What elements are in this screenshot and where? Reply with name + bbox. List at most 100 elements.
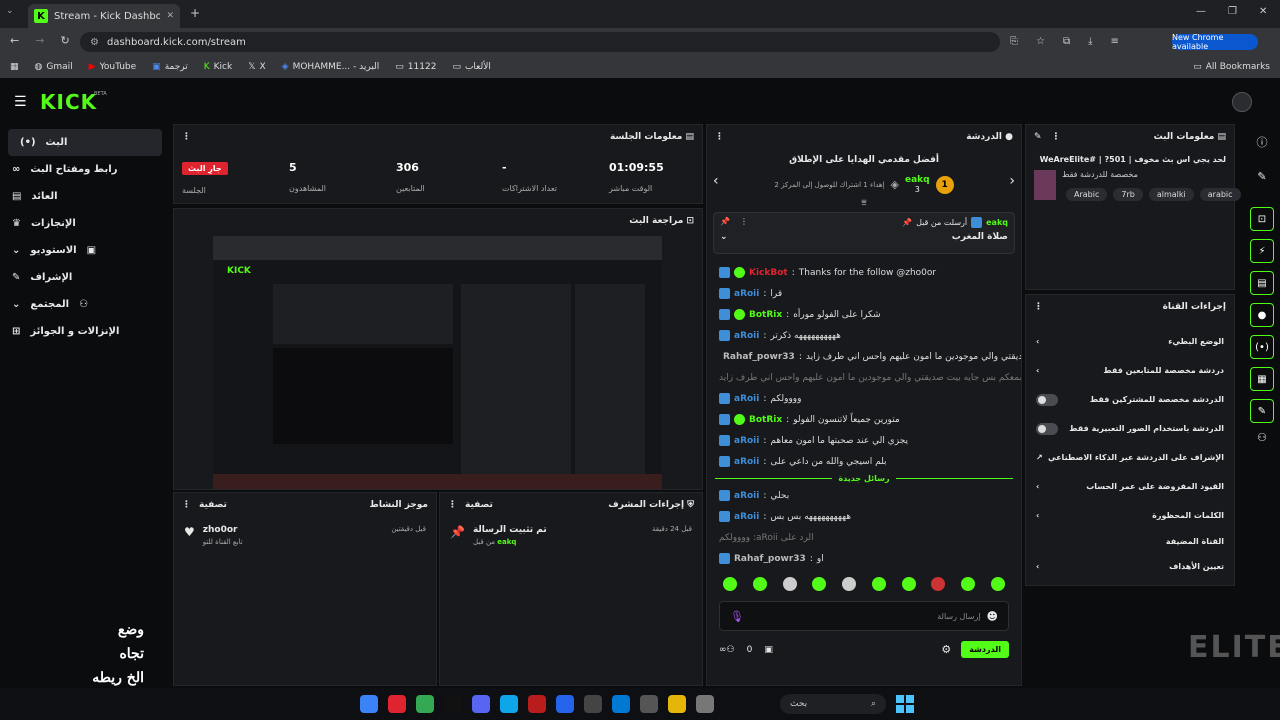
info-circle-icon[interactable]: ⓘ — [1244, 134, 1280, 150]
download-icon[interactable]: ⤓ — [1088, 36, 1092, 47]
tag-7rb[interactable]: 7rb — [1113, 188, 1143, 201]
subs-only-toggle[interactable] — [1036, 393, 1058, 406]
emote-icon[interactable] — [990, 577, 1005, 591]
file-explorer-icon[interactable] — [668, 695, 686, 713]
message-username[interactable]: aRoii — [734, 457, 759, 467]
discord-icon[interactable] — [472, 695, 490, 713]
quick-actions-icon[interactable]: ⚡ — [1250, 239, 1274, 263]
tab-close-icon[interactable]: ✕ — [166, 11, 174, 21]
bookmark-gmail[interactable]: ◍ Gmail — [35, 62, 73, 72]
more-icon[interactable]: ⋮ — [715, 132, 724, 142]
nav-achievements[interactable]: الإنجازات ♛ — [0, 210, 170, 237]
stream-preview-video[interactable]: KICK — [213, 236, 662, 489]
nav-studio[interactable]: ▣ الاستوديو ⌄ — [0, 237, 170, 264]
mod-widget-icon[interactable]: ✎ — [1250, 399, 1274, 423]
gift-icon[interactable]: ▣ — [764, 645, 773, 655]
taskbar-search[interactable]: ⌕ بحث — [780, 694, 886, 714]
forward-icon[interactable]: → — [35, 34, 44, 47]
edge-icon[interactable] — [612, 695, 630, 713]
subs-only-option[interactable]: الدردشة مخصصة للمشتركين فقط — [1026, 385, 1234, 414]
emote-only-toggle[interactable] — [1036, 422, 1058, 435]
ai-moderation-option[interactable]: الإشراف على الدردشة عبر الذكاء الاصطناعي… — [1026, 443, 1234, 472]
close-window-icon[interactable]: ✕ — [1259, 6, 1267, 17]
taskbar-app-icon[interactable] — [640, 695, 658, 713]
message-username[interactable]: BotRix — [749, 310, 782, 320]
user-avatar[interactable] — [1232, 92, 1252, 112]
bookmark-youtube[interactable]: ▶ YouTube — [89, 62, 137, 72]
hp-icon[interactable] — [556, 695, 574, 713]
more-widgets-icon[interactable]: ⚇ — [1244, 431, 1280, 444]
media-icon[interactable]: ≡ — [1111, 36, 1119, 47]
bookmark-folder-1[interactable]: ▭ 11122 — [395, 62, 436, 72]
taskbar-app-icon[interactable] — [500, 695, 518, 713]
mic-icon[interactable]: 🎙 — [730, 610, 744, 623]
slow-mode-option[interactable]: الوضع البطيء › — [1026, 327, 1234, 356]
taskbar-app-icon[interactable] — [528, 695, 546, 713]
nav-drops[interactable]: الإنزالات و الجوائز ⊞ — [0, 318, 170, 345]
taskbar-app-icon[interactable] — [388, 695, 406, 713]
more-icon[interactable]: ⋮ — [1052, 132, 1061, 142]
message-username[interactable]: Rahaf_powr33 — [723, 352, 795, 362]
tag-arabic[interactable]: Arabic — [1066, 188, 1108, 201]
bookmark-translate[interactable]: ▣ ترجمة — [152, 62, 188, 72]
bookmark-x[interactable]: 𝕏X — [248, 62, 265, 72]
nav-revenue[interactable]: العائد ▤ — [0, 183, 170, 210]
nav-community[interactable]: ⚇ المجتمع ⌄ — [0, 291, 170, 318]
chrome-taskbar-icon[interactable] — [416, 695, 434, 713]
message-username[interactable]: Rahaf_powr33 — [734, 554, 806, 564]
windows-start-icon[interactable] — [896, 695, 914, 713]
next-arrow-icon[interactable]: › — [1009, 173, 1015, 189]
new-chrome-button[interactable]: New Chrome available — [1172, 33, 1258, 51]
taskbar-app-icon[interactable] — [444, 695, 462, 713]
session-widget-icon[interactable]: ▤ — [1250, 271, 1274, 295]
more-icon[interactable]: ⋮ — [182, 132, 191, 142]
banned-words-option[interactable]: الكلمات المحظورة › — [1026, 501, 1234, 530]
gifter-name[interactable]: eakq — [905, 175, 930, 185]
store-icon[interactable] — [584, 695, 602, 713]
emote-icon[interactable] — [752, 577, 767, 591]
hamburger-menu-icon[interactable]: ☰ — [14, 94, 27, 110]
message-username[interactable]: aRoii — [734, 512, 759, 522]
broadcast-widget-icon[interactable]: (•) — [1250, 335, 1274, 359]
taskbar-app-icon[interactable] — [696, 695, 714, 713]
emote-only-option[interactable]: الدردشة باستخدام الصور التعبيرية فقط — [1026, 414, 1234, 443]
emote-icon[interactable] — [723, 577, 737, 591]
more-icon[interactable]: ⋮ — [182, 500, 191, 510]
account-age-option[interactable]: القيود المفروضة على عمر الحساب › — [1026, 472, 1234, 501]
category-name[interactable]: مخصصة للدردشة فقط — [1062, 170, 1138, 179]
settings-icon[interactable]: ⚙ — [941, 643, 951, 656]
reload-icon[interactable]: ↻ — [60, 34, 69, 47]
modactions-filter-button[interactable]: تصفية — [465, 500, 493, 510]
new-tab-icon[interactable]: + — [190, 6, 200, 20]
host-option[interactable]: القناة المضيفة — [1026, 530, 1234, 552]
chevron-down-icon[interactable]: ⌄ — [720, 232, 728, 242]
tag-arabic-2[interactable]: arabic — [1199, 188, 1241, 201]
message-username[interactable]: BotRix — [749, 415, 782, 425]
edit-icon[interactable]: ✎ — [1034, 132, 1042, 142]
prev-arrow-icon[interactable]: ‹ — [713, 173, 719, 189]
site-info-icon[interactable]: ⚙ — [90, 37, 99, 48]
chat-widget-icon[interactable]: ● — [1250, 303, 1274, 327]
emote-icon[interactable] — [812, 577, 827, 591]
pinned-user[interactable]: eakq — [986, 218, 1008, 227]
message-username[interactable]: aRoii — [734, 491, 759, 501]
more-icon[interactable]: ⋮ — [740, 217, 748, 228]
message-username[interactable]: KickBot — [749, 268, 788, 278]
tag-almalki[interactable]: almalki — [1148, 188, 1194, 201]
unpin-icon[interactable]: 📌 — [720, 217, 730, 228]
nav-moderation[interactable]: الإشراف ✎ — [0, 264, 170, 291]
collapse-icon[interactable]: ⩸ — [707, 198, 1021, 208]
emote-icon[interactable] — [961, 577, 976, 591]
apps-icon[interactable]: ▦ — [10, 62, 19, 72]
tab-list-icon[interactable]: ⌄ — [6, 6, 20, 20]
emote-icon[interactable] — [871, 577, 886, 591]
message-username[interactable]: aRoii — [734, 436, 759, 446]
chat-input[interactable]: ☻ إرسال رسالة 🎙 — [719, 601, 1009, 631]
bookmark-star-icon[interactable]: ☆ — [1036, 36, 1045, 47]
maximize-icon[interactable]: ❐ — [1228, 6, 1237, 17]
emote-icon[interactable] — [931, 577, 946, 591]
kick-logo[interactable]: KICK — [40, 90, 97, 114]
all-bookmarks[interactable]: ▭ All Bookmarks — [1193, 62, 1270, 72]
nav-stream-key[interactable]: رابط ومفتاح البث ∞ — [0, 156, 170, 183]
translate-icon[interactable]: ⎘ — [1010, 36, 1018, 47]
